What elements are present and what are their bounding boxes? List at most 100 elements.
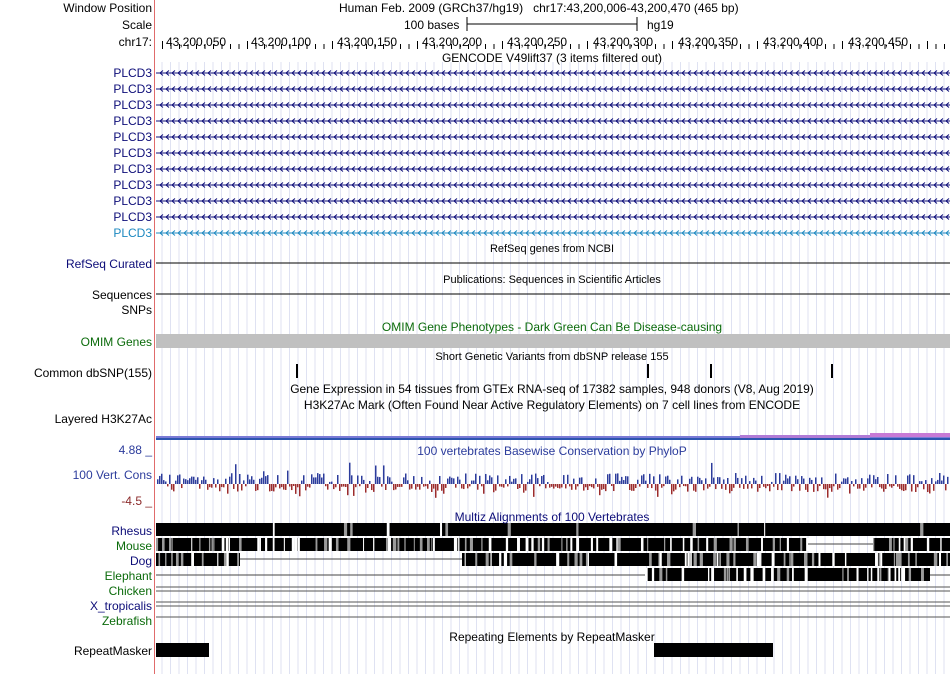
gene-label[interactable]: PLCD3 [113,114,152,128]
assembly-label: hg19 [647,18,674,32]
phylop-bar [635,484,637,489]
phylop-bar [537,478,539,484]
dbsnp-track-label[interactable]: Common dbSNP(155) [34,366,152,380]
phylop-bar [267,475,269,484]
phylop-bar [435,484,437,498]
phylop-bar [345,484,347,488]
phylop-bar [823,484,825,490]
phylop-bar [281,484,283,488]
alignment-gap [818,553,821,566]
scale-bar-text: 100 bases [404,18,460,32]
phylop-bar [707,484,709,489]
alignment-gap [440,523,443,536]
alignment-gap [690,538,693,551]
gene-label[interactable]: PLCD3 [113,210,152,224]
phylop-bar [465,473,467,484]
phylop-bar [551,484,553,487]
phylop-bar [303,475,305,484]
multiz-species-dog[interactable]: Dog [130,554,152,568]
phylop-bar [529,479,531,484]
repeatmasker-track-title: Repeating Elements by RepeatMasker [449,630,655,644]
phylop-bar [589,484,591,487]
phylop-bar [763,484,765,487]
gene-label[interactable]: PLCD3 [113,226,152,240]
alignment-gap [786,538,789,551]
phylop-bar [375,465,377,484]
gene-label[interactable]: PLCD3 [113,162,152,176]
omim-track-label[interactable]: OMIM Genes [81,335,152,349]
gene-label[interactable]: PLCD3 [113,194,152,208]
alignment-gap [426,538,430,551]
multiz-species-zebrafish[interactable]: Zebrafish [102,614,152,628]
multiz-species-elephant[interactable]: Elephant [105,569,152,583]
phylop-bar [679,484,681,488]
phylop-bar [515,478,517,484]
snp-mark [296,364,298,378]
gene-label[interactable]: PLCD3 [113,82,152,96]
phylop-bar [205,479,207,484]
phylop-bar [909,474,911,484]
phylop-bar [569,484,571,487]
alignment-gap [481,538,483,551]
phylop-bar [933,484,935,491]
phylop-bar [681,475,683,484]
phylop-bar [233,484,235,489]
phylop-bar [215,484,217,488]
multiz-species-xtropicalis[interactable]: X_tropicalis [90,599,152,613]
phylop-bar [729,484,731,494]
alignment-gap [237,553,240,566]
alignment-gap [875,553,878,566]
alignment-gap [566,538,568,551]
phylop-bar [581,477,583,484]
phylop-bar [347,484,349,496]
publications-track-label[interactable]: Sequences [92,288,152,302]
phylop-bar [779,473,781,484]
phylop-bar [473,480,475,484]
multiz-species-rhesus[interactable]: Rhesus [111,524,152,538]
alignment-gap [811,553,815,566]
alignment-gap [350,523,353,536]
phylop-bar [825,484,827,490]
alignment-gap [297,538,300,551]
gene-label[interactable]: PLCD3 [113,178,152,192]
alignment-gap [226,553,229,566]
alignment-gap [743,568,747,581]
gene-label[interactable]: PLCD3 [113,146,152,160]
phylop-bar [163,480,165,484]
phylop-bar [855,479,857,484]
multiz-species-mouse[interactable]: Mouse [116,539,152,553]
alignment-gap [792,568,794,581]
alignment-gap [343,523,348,536]
phylop-bar [637,479,639,484]
phylop-bar [391,481,393,484]
alignment-gap [910,538,913,551]
alignment-gap [726,568,729,581]
gene-label[interactable]: PLCD3 [113,98,152,112]
phylop-bar [351,475,353,484]
repeatmasker-track-label[interactable]: RepeatMasker [74,644,152,658]
phylop-bar [641,475,643,484]
alignment-gap [272,523,275,536]
phylop-bar [169,474,171,484]
phylop-bar [279,484,281,489]
phylop-bar [283,484,285,490]
phylop-bar [835,473,837,484]
genome-browser-image[interactable]: Window Position Human Feb. 2009 (GRCh37/… [0,0,950,674]
h3k27ac-track-label[interactable]: Layered H3K27Ac [55,412,152,426]
alignment-gap [158,553,161,566]
gene-label[interactable]: PLCD3 [113,130,152,144]
phylop-bar [165,481,167,484]
phylop-bar [797,479,799,484]
alignment-gap [921,568,924,581]
gene-label[interactable]: PLCD3 [113,66,152,80]
phylop-track-label[interactable]: 100 Vert. Cons [73,468,152,482]
phylop-bar [837,484,839,490]
alignment-gap [873,538,875,551]
refseq-track-label[interactable]: RefSeq Curated [66,257,152,271]
multiz-species-chicken[interactable]: Chicken [109,584,152,598]
phylop-bar [161,473,163,484]
snps-track-label[interactable]: SNPs [121,303,152,317]
phylop-bar [911,484,913,492]
phylop-bar [253,479,255,484]
phylop-bar [767,484,769,487]
